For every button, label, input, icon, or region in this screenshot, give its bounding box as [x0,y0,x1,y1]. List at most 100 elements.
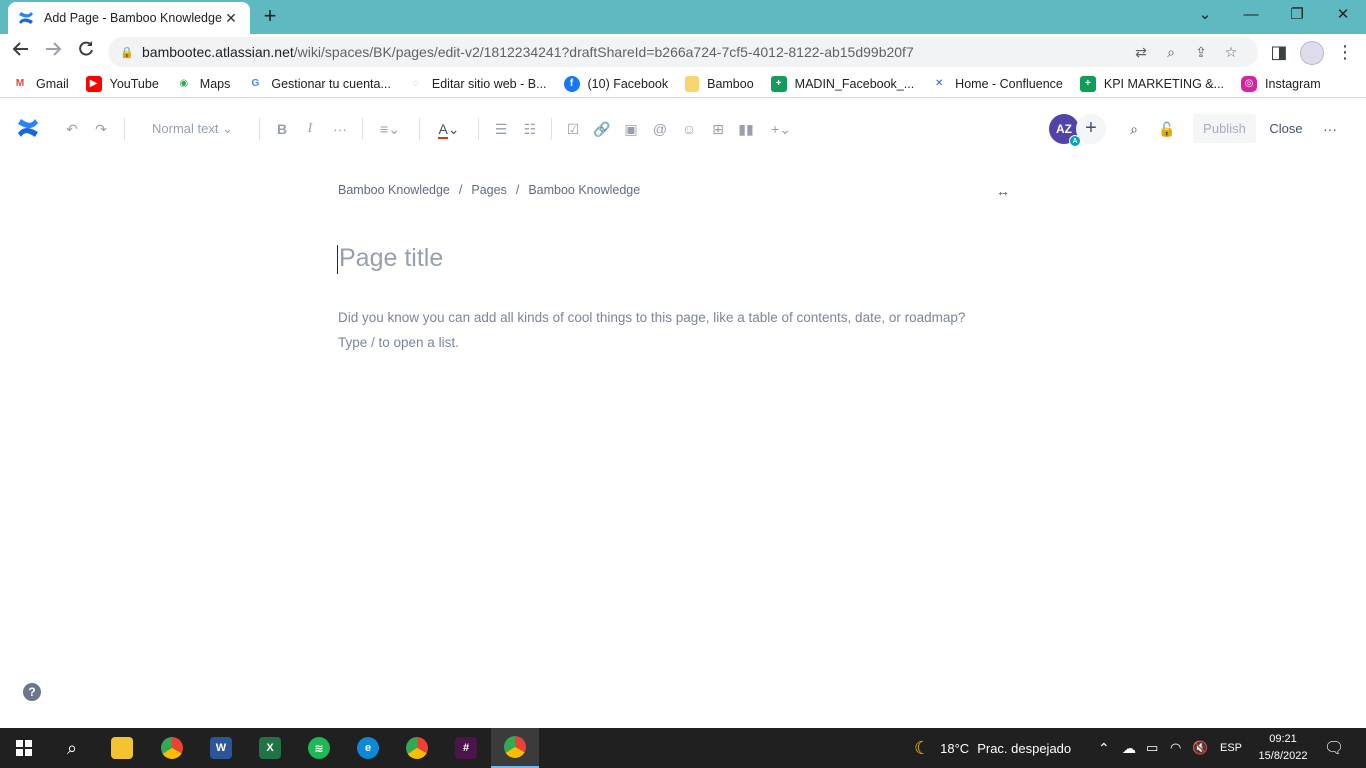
layout-icon[interactable]: ▮▮ [736,118,756,140]
breadcrumb-separator: / [515,183,520,197]
taskbar-chrome-active[interactable] [491,728,539,768]
task-checkbox-icon[interactable]: ☑ [563,118,583,140]
start-button[interactable] [0,728,48,768]
find-replace-icon[interactable]: ⌕ [1124,118,1144,140]
bullet-list-icon[interactable]: ☰ [491,118,511,140]
taskbar-chrome-profile[interactable] [393,728,441,768]
close-button[interactable]: Close [1262,114,1310,143]
bookmark-kpi-marketing[interactable]: + KPI MARKETING &... [1079,75,1224,92]
windows-logo-icon [16,740,32,756]
close-window-button[interactable]: ✕ [1320,4,1366,28]
forward-button[interactable] [40,40,66,64]
toolbar-divider [419,118,420,140]
alignment-icon[interactable]: ≡⌄ [374,118,406,140]
side-panel-icon[interactable]: ◨ [1266,40,1292,64]
slack-icon: # [455,737,477,759]
weather-widget[interactable]: ☾ 18°C Prac. despejado [914,728,1071,768]
bookmark-facebook[interactable]: f (10) Facebook [563,75,668,92]
word-icon: W [210,737,232,759]
invite-button[interactable]: + [1076,114,1106,144]
taskbar-edge[interactable]: e [344,728,392,768]
italic-icon[interactable]: I [301,118,319,140]
taskbar-excel[interactable]: X [246,728,294,768]
more-formatting-icon[interactable]: ··· [330,118,350,140]
bookmark-madin-facebook[interactable]: + MADIN_Facebook_... [770,75,914,92]
image-icon[interactable]: ▣ [621,118,641,140]
system-clock[interactable]: 09:21 15/8/2022 [1252,731,1314,765]
bookmark-maps[interactable]: ◉ Maps [175,75,230,92]
editor-body[interactable]: Did you know you can add all kinds of co… [338,305,965,355]
new-tab-button[interactable]: + [258,5,282,28]
bookmark-gmail[interactable]: M Gmail [12,75,69,92]
publish-button[interactable]: Publish [1193,114,1256,143]
excel-icon: X [259,737,281,759]
bookmark-instagram[interactable]: ◎ Instagram [1241,75,1321,92]
confluence-logo-icon[interactable] [17,117,39,139]
bold-icon[interactable]: B [273,118,291,140]
onedrive-icon[interactable]: ☁ [1122,728,1136,768]
taskbar-word[interactable]: W [197,728,245,768]
bookmark-bamboo[interactable]: Bamboo [685,75,754,92]
taskbar-slack[interactable]: # [442,728,490,768]
redo-icon[interactable]: ↷ [91,118,111,140]
tray-overflow-icon[interactable]: ⌃ [1098,728,1110,768]
text-color-icon[interactable]: A⌄ [433,118,465,140]
browser-tab[interactable]: Add Page - Bamboo Knowledge ✕ [8,2,250,34]
browser-nav-row: 🔒 bambootec.atlassian.net/wiki/spaces/BK… [0,34,1366,70]
minimize-button[interactable]: — [1228,4,1274,28]
help-icon[interactable]: ? [23,683,41,701]
text-style-dropdown[interactable]: Normal text ⌄ [140,118,245,140]
url-text[interactable]: bambootec.atlassian.net/wiki/spaces/BK/p… [142,44,1126,60]
gmail-icon: M [12,75,28,92]
taskbar-spotify[interactable]: ≋ [295,728,343,768]
wifi-icon[interactable]: ◠ [1170,728,1181,768]
sheets-icon: + [770,75,787,92]
numbered-list-icon[interactable]: ☷ [520,118,540,140]
emoji-icon[interactable]: ☺ [679,118,699,140]
avatar[interactable]: AZ A [1049,114,1081,147]
insert-more-icon[interactable]: +⌄ [766,118,796,140]
chrome-menu-icon[interactable]: ⋮ [1332,40,1358,64]
taskbar-file-explorer[interactable] [98,728,146,768]
breadcrumb-item-pages[interactable]: Pages [471,183,506,197]
breadcrumb-item-parent[interactable]: Bamboo Knowledge [528,183,640,197]
bookmark-edit-site[interactable]: ◌ Editar sitio web - B... [407,75,547,92]
breadcrumb: Bamboo Knowledge / Pages / Bamboo Knowledge [338,183,640,197]
bookmark-home-confluence[interactable]: ✕ Home - Confluence [931,75,1063,92]
taskbar-search[interactable]: ⌕ [48,728,96,768]
full-width-toggle-icon[interactable]: ↔ [996,183,1010,199]
toolbar-divider [551,118,552,140]
clock-date: 15/8/2022 [1258,750,1308,762]
confluence-icon: ✕ [931,75,948,92]
folder-icon [685,75,700,92]
bookmark-google-account[interactable]: G Gestionar tu cuenta... [247,75,391,92]
notifications-icon[interactable]: 🗨 [1324,728,1344,768]
page-title-input[interactable]: Page title [339,244,443,273]
moon-icon: ☾ [914,737,931,758]
profile-avatar[interactable] [1300,41,1324,65]
youtube-icon: ▶ [85,75,102,92]
table-icon[interactable]: ⊞ [708,118,728,140]
breadcrumb-item-space[interactable]: Bamboo Knowledge [338,183,450,197]
back-button[interactable] [8,40,34,64]
more-actions-icon[interactable]: ··· [1318,118,1342,140]
restore-button[interactable]: ❐ [1274,4,1320,28]
translate-icon[interactable]: ⇄ [1126,44,1156,61]
share-icon[interactable]: ⇪ [1186,44,1216,61]
taskbar-chrome[interactable] [148,728,196,768]
mention-icon[interactable]: @ [650,118,670,140]
bookmark-youtube[interactable]: ▶ YouTube [85,75,159,92]
bookmark-star-icon[interactable]: ☆ [1216,44,1246,61]
zoom-icon[interactable]: ⌕ [1156,44,1186,61]
link-icon[interactable]: 🔗 [592,118,612,140]
restrictions-lock-icon[interactable]: 🔓 [1157,118,1177,140]
battery-icon[interactable]: ▭ [1146,728,1158,768]
reload-button[interactable] [73,40,99,64]
tab-search-button[interactable]: ⌄ [1182,4,1228,28]
clock-time: 09:21 [1269,733,1297,745]
tab-close-icon[interactable]: ✕ [222,10,240,27]
language-indicator[interactable]: ESP [1220,728,1242,768]
address-bar[interactable]: 🔒 bambootec.atlassian.net/wiki/spaces/BK… [108,37,1258,67]
volume-muted-icon[interactable]: 🔇 [1192,728,1208,768]
undo-icon[interactable]: ↶ [62,118,82,140]
